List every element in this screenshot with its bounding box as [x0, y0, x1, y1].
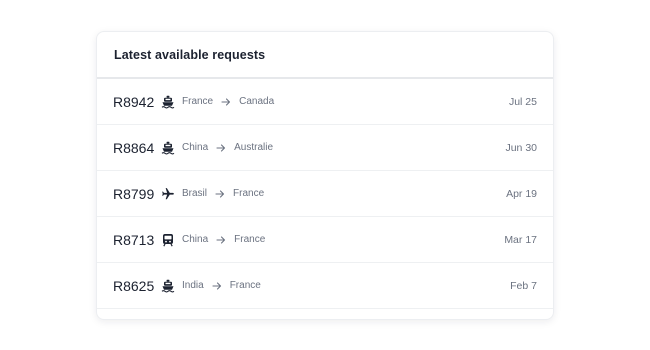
origin-label: Brasil [182, 188, 208, 199]
origin-label: France [182, 96, 214, 107]
ship-icon [161, 279, 175, 293]
origin-label: China [182, 234, 209, 245]
arrow-right-icon [215, 189, 225, 199]
origin-label: India [182, 280, 204, 291]
ship-icon [161, 141, 175, 155]
request-id: R8799 [113, 185, 155, 202]
request-row[interactable]: R8942 France Canada Jul 25 [97, 79, 553, 125]
destination-label: Australie [234, 142, 274, 153]
ship-icon [161, 95, 175, 109]
request-row[interactable]: R8713 China France Mar 17 [97, 217, 553, 263]
arrow-right-icon [221, 97, 231, 107]
arrow-right-icon [216, 143, 226, 153]
request-row[interactable]: R8864 China Australie Jun 30 [97, 125, 553, 171]
request-date: Mar 17 [504, 233, 537, 246]
request-id: R8713 [113, 231, 155, 248]
card-title: Latest available requests [114, 47, 266, 62]
request-id: R8864 [113, 139, 155, 156]
arrow-right-icon [216, 235, 226, 245]
destination-label: France [229, 280, 261, 291]
requests-card: Latest available requests R8942 France C… [96, 31, 554, 320]
train-icon [161, 233, 175, 247]
destination-label: Canada [239, 96, 275, 107]
request-date: Feb 7 [510, 279, 537, 292]
request-date: Apr 19 [506, 187, 537, 200]
plane-icon [161, 187, 175, 201]
request-row[interactable]: R8625 India France Feb 7 [97, 263, 553, 309]
request-date: Jul 25 [508, 95, 537, 108]
origin-label: China [182, 142, 209, 153]
arrow-right-icon [212, 281, 222, 291]
destination-label: France [233, 188, 265, 199]
request-row[interactable]: R8799 Brasil France Apr 19 [97, 171, 553, 217]
request-id: R8625 [113, 277, 155, 294]
request-date: Jun 30 [505, 141, 537, 154]
destination-label: France [234, 234, 266, 245]
request-id: R8942 [113, 93, 155, 110]
request-list: R8942 France Canada Jul 25 R8864 China A… [97, 79, 553, 309]
card-header: Latest available requests [97, 32, 553, 79]
